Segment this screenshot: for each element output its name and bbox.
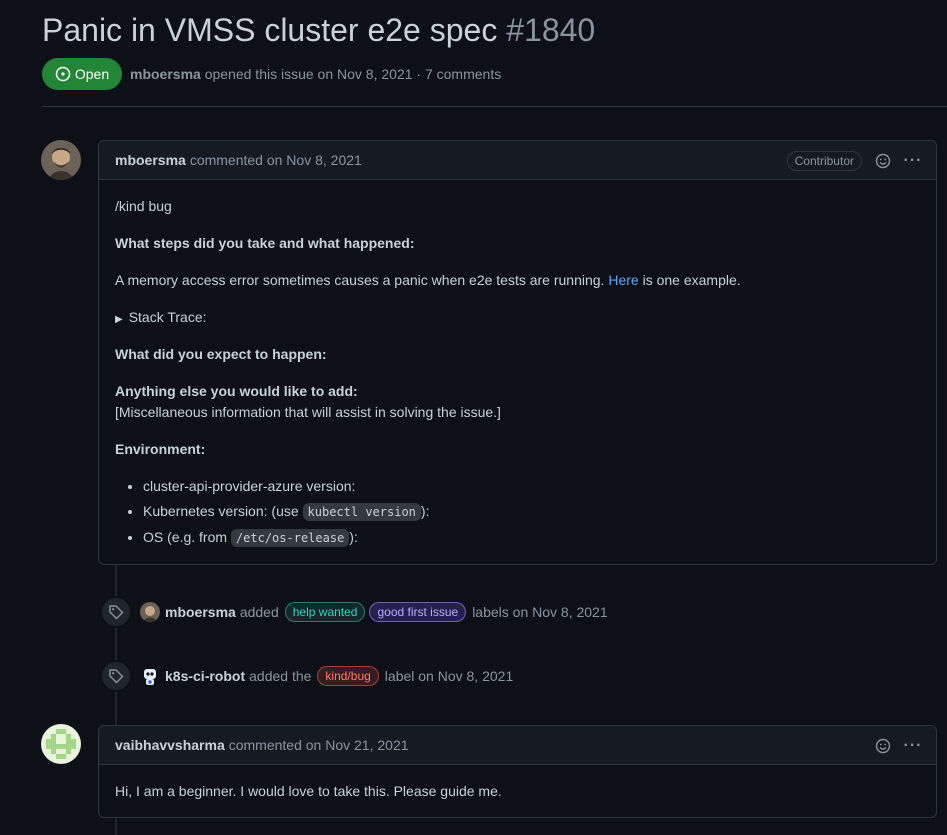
example-link[interactable]: Here [608,272,638,288]
event-suffix[interactable]: label on Nov 8, 2021 [385,668,513,684]
issue-title: Panic in VMSS cluster e2e spec #1840 [42,10,595,50]
event-action: added [239,604,279,620]
steps-paragraph: A memory access error sometimes causes a… [115,270,741,291]
comment-author[interactable]: vaibhavvsharma [115,737,225,753]
smiley-icon[interactable] [874,737,892,755]
issue-state-label: Open [74,66,110,82]
comment-author[interactable]: mboersma [115,152,186,168]
comment-header: vaibhavvsharma commented on Nov 21, 2021… [99,726,936,765]
env-list: cluster-api-provider-azure version: Kube… [115,474,429,551]
disclosure-triangle-icon: ▶ [115,314,123,325]
smiley-icon[interactable] [874,152,892,170]
list-item: Kubernetes version: (use kubectl version… [143,499,429,525]
else-text: [Miscellaneous information that will ass… [115,404,501,420]
env-k8s-before: Kubernetes version: (use [143,503,299,519]
else-heading: Anything else you would like to add: [115,381,358,402]
comment-header: mboersma commented on Nov 8, 2021 Contri… [99,141,936,180]
list-item: cluster-api-provider-azure version: [143,474,429,499]
issue-number: #1840 [506,12,596,48]
inline-code: kubectl version [302,503,421,521]
label-good-first-issue[interactable]: good first issue [369,602,467,622]
stack-trace-details[interactable]: ▶ Stack Trace: [115,307,207,330]
header-divider [42,106,947,107]
issue-meta-text: opened this issue on Nov 8, 2021 · 7 com… [204,66,502,82]
event-actor[interactable]: mboersma [165,604,236,620]
comment-card: mboersma commented on Nov 8, 2021 Contri… [98,140,937,565]
avatar[interactable] [41,724,81,764]
env-heading: Environment: [115,439,205,460]
label-help-wanted[interactable]: help wanted [284,602,366,622]
event-action: added the [249,668,312,684]
issue-opened-icon [55,66,71,82]
robot-avatar[interactable] [140,666,160,686]
list-item: OS (e.g. from /etc/os-release): [143,525,429,551]
env-os-after: ): [349,529,358,545]
kebab-menu-icon[interactable]: ··· [904,737,922,755]
issue-meta: mboersma opened this issue on Nov 8, 202… [130,66,501,82]
event-actor[interactable]: k8s-ci-robot [165,668,245,684]
steps-text: A memory access error sometimes causes a… [115,272,605,288]
tag-icon [100,660,132,692]
tag-icon [100,596,132,628]
expect-heading: What did you expect to happen: [115,344,327,365]
timeline-event-labeled: mboersma added help wanted good first is… [100,596,608,628]
expect-heading-text: What did you expect to happen: [115,346,327,362]
steps-heading-text: What steps did you take and what happene… [115,235,415,251]
comment-kind-line: /kind bug [115,198,172,214]
avatar[interactable] [41,140,81,180]
event-suffix[interactable]: labels on Nov 8, 2021 [472,604,607,620]
avatar[interactable] [140,602,160,622]
env-k8s-after: ): [420,503,430,519]
else-heading-text: Anything else you would like to add: [115,383,358,399]
issue-state-badge: Open [42,58,122,90]
comment-body: Hi, I am a beginner. I would love to tak… [115,783,502,799]
steps-text-after: is one example. [642,272,741,288]
stack-trace-summary: Stack Trace: [128,309,207,325]
comment-timestamp[interactable]: commented on Nov 8, 2021 [190,152,362,168]
issue-author-link[interactable]: mboersma [130,66,201,82]
timeline-event-labeled: k8s-ci-robot added the kind/bug label on… [100,660,513,692]
inline-code: /etc/os-release [230,529,350,547]
comment-card: vaibhavvsharma commented on Nov 21, 2021… [98,725,937,818]
env-os-before: OS (e.g. from [143,529,228,545]
env-capz: cluster-api-provider-azure version: [143,478,356,494]
steps-heading: What steps did you take and what happene… [115,233,414,254]
issue-title-text: Panic in VMSS cluster e2e spec [42,12,498,48]
label-kind-bug[interactable]: kind/bug [317,666,379,686]
env-heading-text: Environment: [115,441,206,457]
kebab-menu-icon[interactable]: ··· [904,152,922,170]
contributor-badge: Contributor [786,150,862,171]
comment-timestamp[interactable]: commented on Nov 21, 2021 [229,737,409,753]
